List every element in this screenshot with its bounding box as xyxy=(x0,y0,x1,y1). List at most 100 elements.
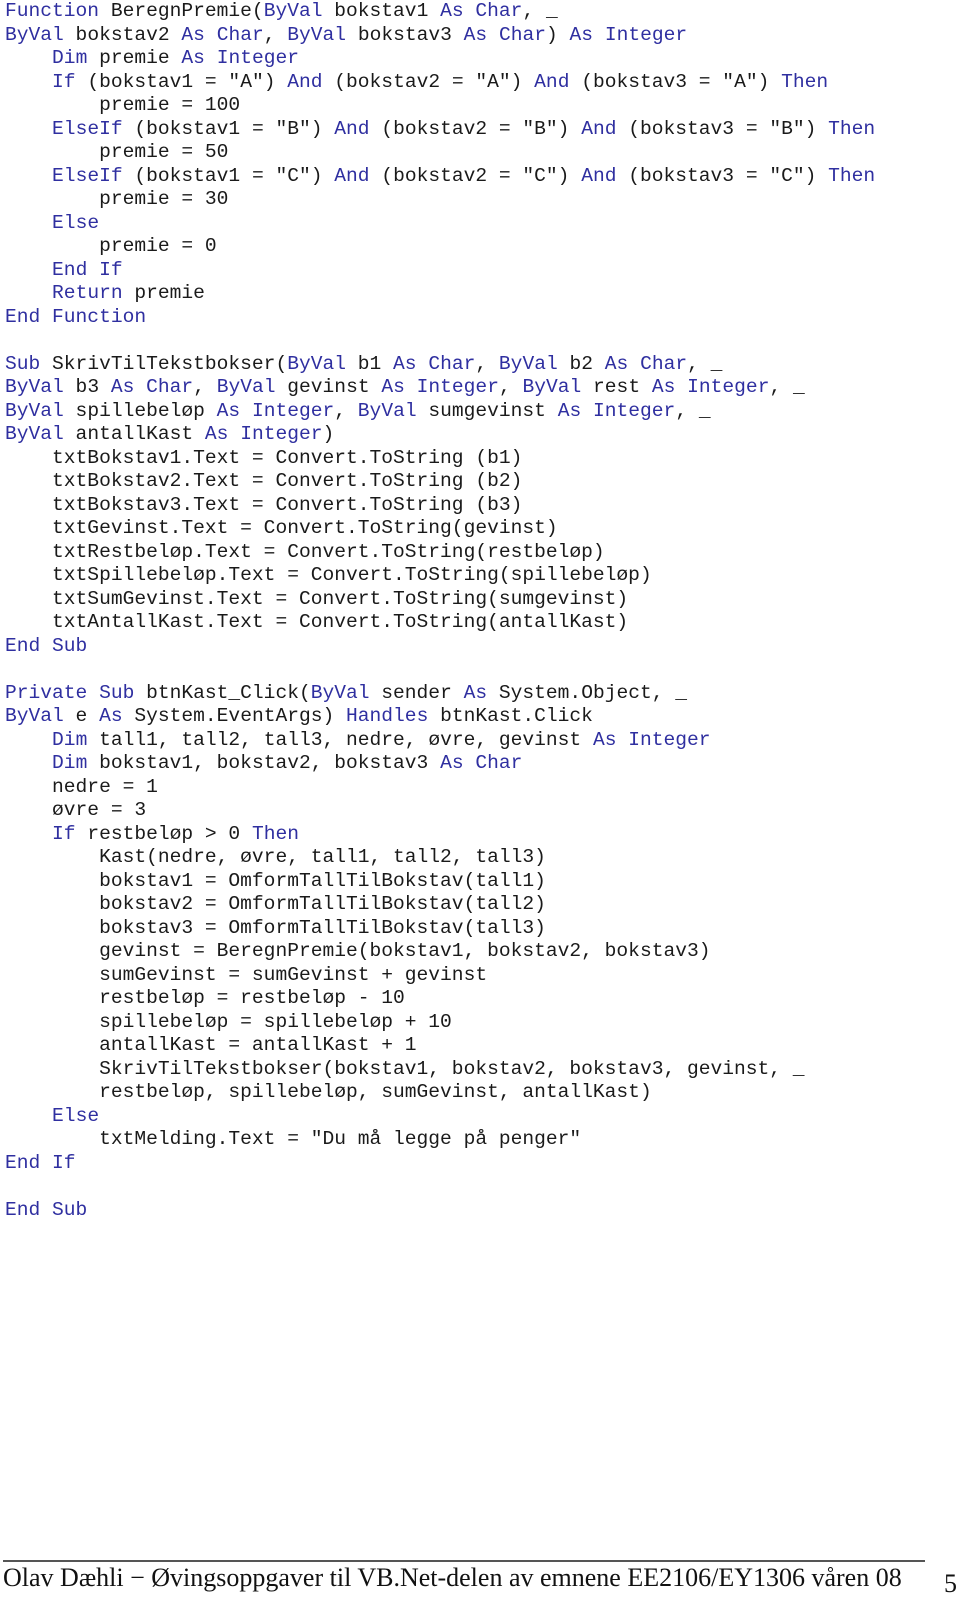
code-text: txtGevinst.Text = Convert.ToString(gevin… xyxy=(5,517,558,539)
code-text: bokstav1, bokstav2, bokstav3 xyxy=(87,752,441,774)
code-keyword: ByVal xyxy=(263,0,323,22)
code-line: Dim tall1, tall2, tall3, nedre, øvre, ge… xyxy=(5,729,875,753)
code-line: txtGevinst.Text = Convert.ToString(gevin… xyxy=(5,517,875,541)
code-text: txtAntallKast.Text = Convert.ToString(an… xyxy=(5,611,629,633)
code-text: , _ xyxy=(687,352,723,375)
code-keyword: Char xyxy=(475,752,523,774)
code-text: (bokstav3 = "B") xyxy=(616,117,829,140)
code-line: gevinst = BeregnPremie(bokstav1, bokstav… xyxy=(5,940,875,964)
code-text: sender xyxy=(369,681,464,704)
code-text: spillebeløp = spillebeløp + 10 xyxy=(5,1010,452,1033)
code-text: txtSpillebeløp.Text = Convert.ToString(s… xyxy=(5,564,652,586)
code-keyword: ElseIf xyxy=(52,117,123,140)
code-text: restbeløp = restbeløp - 10 xyxy=(5,987,405,1009)
code-keyword: As xyxy=(604,352,629,375)
code-text: restbeløp > 0 xyxy=(75,822,252,845)
code-keyword: As xyxy=(440,0,464,22)
code-listing: Function BeregnPremie(ByVal bokstav1 As … xyxy=(5,0,875,1222)
code-text: BeregnPremie( xyxy=(99,0,264,22)
code-line: øvre = 3 xyxy=(5,799,875,823)
code-keyword: And xyxy=(581,164,617,187)
code-keyword: ByVal xyxy=(498,352,558,375)
code-line: restbeløp, spillebeløp, sumGevinst, anta… xyxy=(5,1081,875,1105)
code-line: bokstav2 = OmformTallTilBokstav(tall2) xyxy=(5,893,875,917)
code-text: e xyxy=(63,705,100,727)
code-line: bokstav3 = OmformTallTilBokstav(tall3) xyxy=(5,917,875,941)
code-text: (bokstav2 = "B") xyxy=(369,117,582,140)
code-keyword: Then xyxy=(828,117,876,140)
code-keyword: As xyxy=(463,23,488,46)
code-keyword: Integer xyxy=(628,728,711,751)
code-keyword: ByVal xyxy=(287,23,347,46)
code-text: b3 xyxy=(63,376,111,398)
code-text: txtBokstav3.Text = Convert.ToString (b3) xyxy=(5,493,523,516)
code-line: SkrivTilTekstbokser(bokstav1, bokstav2, … xyxy=(5,1058,875,1082)
code-text: restbeløp, spillebeløp, sumGevinst, anta… xyxy=(5,1081,652,1103)
code-keyword: As xyxy=(216,399,241,422)
code-text: (bokstav2 = "C") xyxy=(369,164,582,187)
code-line: premie = 50 xyxy=(5,141,875,165)
code-keyword: As xyxy=(99,705,123,727)
code-keyword: Integer xyxy=(416,376,499,398)
code-text: txtRestbeløp.Text = Convert.ToString(res… xyxy=(5,540,605,563)
code-text: txtSumGevinst.Text = Convert.ToString(su… xyxy=(5,587,629,610)
code-line: premie = 0 xyxy=(5,235,875,259)
code-keyword: ByVal xyxy=(216,376,276,398)
code-text: , xyxy=(475,352,499,375)
code-keyword: Handles xyxy=(346,705,429,727)
code-line: Else xyxy=(5,1105,875,1129)
code-text: sumGevinst = sumGevinst + gevinst xyxy=(5,963,488,986)
code-text: System.Object, _ xyxy=(487,681,688,704)
code-keyword: As xyxy=(557,399,582,422)
code-keyword: ByVal xyxy=(310,681,370,704)
code-keyword: As xyxy=(204,423,229,445)
code-keyword: Integer xyxy=(593,399,676,422)
code-keyword: Char xyxy=(216,23,264,46)
code-keyword: Integer xyxy=(687,376,770,398)
code-line: Dim bokstav1, bokstav2, bokstav3 As Char xyxy=(5,752,875,776)
code-keyword: Dim xyxy=(52,728,88,751)
code-text: b2 xyxy=(557,352,605,375)
page-number: 5 xyxy=(944,1569,957,1598)
code-text: , _ xyxy=(675,399,711,422)
code-line: ElseIf (bokstav1 = "C") And (bokstav2 = … xyxy=(5,165,875,189)
code-keyword: And xyxy=(334,117,370,140)
code-keyword: ByVal xyxy=(5,705,64,727)
code-line: txtMelding.Text = "Du må legge på penger… xyxy=(5,1128,875,1152)
code-keyword: Else xyxy=(52,1104,100,1127)
code-line: txtRestbeløp.Text = Convert.ToString(res… xyxy=(5,541,875,565)
code-line: Sub SkrivTilTekstbokser(ByVal b1 As Char… xyxy=(5,353,875,377)
code-line: antallKast = antallKast + 1 xyxy=(5,1034,875,1058)
code-text: (bokstav3 = "A") xyxy=(569,70,782,93)
code-keyword: Integer xyxy=(216,47,300,69)
code-text: antallKast = antallKast + 1 xyxy=(5,1034,417,1056)
code-line: txtSumGevinst.Text = Convert.ToString(su… xyxy=(5,588,875,612)
code-line: txtBokstav2.Text = Convert.ToString (b2) xyxy=(5,470,875,494)
code-text: tall1, tall2, tall3, nedre, øvre, gevins… xyxy=(87,728,593,751)
code-line: If restbeløp > 0 Then xyxy=(5,823,875,847)
code-line: If (bokstav1 = "A") And (bokstav2 = "A")… xyxy=(5,71,875,95)
code-text: øvre = 3 xyxy=(5,799,147,821)
code-line: ByVal bokstav2 As Char, ByVal bokstav3 A… xyxy=(5,24,875,48)
code-text: premie = 30 xyxy=(5,188,229,210)
code-line: ByVal b3 As Char, ByVal gevinst As Integ… xyxy=(5,376,875,400)
code-line: End Sub xyxy=(5,635,875,659)
code-keyword: Else xyxy=(52,211,100,234)
code-line: End Sub xyxy=(5,1199,875,1223)
code-keyword: And xyxy=(334,164,370,187)
